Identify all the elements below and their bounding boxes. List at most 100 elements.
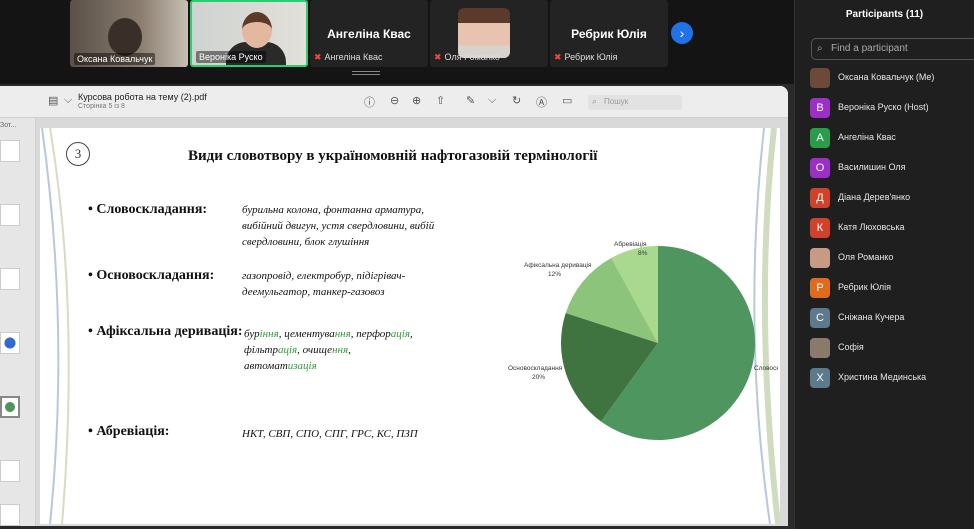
chevron-down-icon[interactable]: ⌵ [488, 94, 496, 107]
text-line: фільтрація, очищення, [244, 344, 351, 356]
zoom-in-icon[interactable]: ⊕ [412, 94, 421, 107]
bullet-text: газопровід, електробур, підігрівач- деем… [242, 268, 405, 300]
bullet-text: НКТ, СВП, СПО, СПГ, ГРС, КС, ПЗП [242, 426, 418, 442]
tile-sub-label: ✖ Ангеліна Квас [314, 52, 382, 63]
mic-muted-icon: ✖ [314, 52, 322, 62]
zoom-out-icon[interactable]: ⊖ [390, 94, 399, 107]
video-tile-olia[interactable]: ✖ Оля Романко [430, 0, 548, 67]
slice-label: Афіксальна деривація [524, 261, 592, 269]
tile-big-name: Ребрик Юлія [571, 27, 647, 41]
participant-row[interactable]: В Вероніка Руско (Host) [810, 98, 970, 118]
text-line: бурильна колона, фонтанна арматура, [242, 204, 424, 216]
slice-label: Словоскладання [754, 365, 778, 372]
info-icon[interactable]: ⓘ [364, 94, 375, 110]
slice-percent: 8% [638, 250, 648, 257]
markup-pen-icon[interactable]: ✎ [466, 94, 475, 107]
participant-row[interactable]: Софія [810, 338, 970, 358]
tile-sub-name: Ангеліна Квас [324, 52, 383, 62]
participants-panel: Participants (11) ⌕ Find a participant О… [794, 0, 974, 529]
avatar: О [810, 158, 830, 178]
pie-chart: Словоскладання60%Основоскладання20%Афікс… [508, 240, 778, 440]
tile-name-label: Вероніка Руско [196, 51, 266, 63]
avatar: В [810, 98, 830, 118]
page-thumbnail[interactable] [0, 268, 20, 290]
page-thumbnail[interactable] [0, 204, 20, 226]
participant-row[interactable]: К Катя Люховська [810, 218, 970, 238]
sidebar-toggle-icon[interactable]: ▤ [48, 94, 58, 107]
pdf-toolbar: ▤ ⌵ Курсова робота на тему (2).pdf Сторі… [0, 86, 788, 118]
avatar [810, 68, 830, 88]
text-line: деемульгатор, танкер-газовоз [242, 286, 385, 298]
participant-row[interactable]: С Сніжана Кучера [810, 308, 970, 328]
form-icon[interactable]: ▭ [562, 94, 572, 107]
chevron-down-icon[interactable]: ⌵ [64, 94, 72, 107]
tile-sub-label: ✖ Ребрик Юлія [554, 52, 618, 63]
tile-sub-name: Оля Романко [444, 52, 500, 62]
participant-row[interactable]: Оксана Ковальчук (Me) [810, 68, 970, 88]
search-icon: ⌕ [592, 96, 598, 106]
text-line: НКТ, СВП, СПО, СПГ, ГРС, КС, ПЗП [242, 428, 418, 440]
chevron-right-icon[interactable]: › [671, 22, 693, 44]
bullet-heading: • Основоскладання: [88, 268, 215, 283]
text-line: автоматизація [244, 360, 317, 372]
shared-screen: ▤ ⌵ Курсова робота на тему (2).pdf Сторі… [0, 84, 794, 529]
participant-name: Ангеліна Квас [838, 132, 896, 142]
page-thumbnail[interactable] [0, 460, 20, 482]
avatar [458, 8, 510, 58]
text-line: свердловини, блок глушіння [242, 236, 370, 248]
participant-name: Сніжана Кучера [838, 312, 905, 322]
text-line: вибійний двигун, устя свердловини, вибій [242, 220, 435, 232]
video-tile-rebryk[interactable]: Ребрик Юлія ✖ Ребрик Юлія [550, 0, 668, 67]
slice-label: Абревіація [614, 240, 647, 248]
mic-muted-icon: ✖ [434, 52, 442, 62]
page-thumbnail[interactable] [0, 140, 20, 162]
participant-name: Оксана Ковальчук (Me) [838, 72, 935, 82]
slide-title: Види словотвору в україномовній нафтогаз… [188, 148, 598, 164]
slide-page: 3 Види словотвору в україномовній нафтог… [40, 128, 780, 524]
document-title: Курсова робота на тему (2).pdf [78, 92, 207, 102]
participant-row[interactable]: Д Діана Дерев'янко [810, 188, 970, 208]
document-page-info: Сторінка 5 із 8 [78, 103, 125, 110]
search-placeholder: Пошук [604, 97, 629, 106]
video-tile-veronika[interactable]: Вероніка Руско [190, 0, 308, 67]
participant-name: Ребрик Юлія [838, 282, 891, 292]
participant-name: Катя Люховська [838, 222, 905, 232]
text-line: газопровід, електробур, підігрівач- [242, 270, 406, 282]
participant-name: Діана Дерев'янко [838, 192, 911, 202]
bullet-heading: • Абревіація: [88, 424, 170, 439]
share-icon[interactable]: ⇧ [436, 94, 445, 107]
avatar: Х [810, 368, 830, 388]
search-input[interactable]: ⌕ Find a participant [811, 38, 974, 60]
participant-row[interactable]: А Ангеліна Квас [810, 128, 970, 148]
participant-row[interactable]: О Василишин Оля [810, 158, 970, 178]
participant-row[interactable]: Оля Романко [810, 248, 970, 268]
page-thumbnail[interactable] [0, 332, 20, 354]
participant-row[interactable]: Р Ребрик Юлія [810, 278, 970, 298]
zoom-window: Оксана Ковальчук Вероніка Руско Ангеліна… [0, 0, 974, 529]
avatar: К [810, 218, 830, 238]
annotate-icon[interactable]: Ⓐ [536, 94, 547, 110]
page-thumbnail-current[interactable] [0, 396, 20, 418]
participant-face [242, 12, 272, 48]
video-tile-oksana[interactable]: Оксана Ковальчук [70, 0, 188, 67]
bullet-text: буріння, цементування, перфорація, фільт… [244, 326, 413, 374]
tile-sub-name: Ребрик Юлія [564, 52, 618, 62]
drag-handle[interactable] [352, 71, 380, 75]
avatar [810, 338, 830, 358]
mic-muted-icon: ✖ [554, 52, 562, 62]
slice-percent: 12% [548, 271, 561, 278]
slide-number: 3 [66, 142, 90, 166]
participant-row[interactable]: Х Христина Мединська [810, 368, 970, 388]
avatar [810, 248, 830, 268]
video-tile-angelina[interactable]: Ангеліна Квас ✖ Ангеліна Квас [310, 0, 428, 67]
rotate-icon[interactable]: ↻ [512, 94, 521, 107]
participant-face [108, 18, 142, 56]
participant-name: Софія [838, 342, 864, 352]
slice-label: Основоскладання [508, 365, 563, 372]
search-input[interactable]: ⌕ Пошук [588, 95, 682, 110]
page-thumbnail[interactable] [0, 504, 20, 526]
avatar: Д [810, 188, 830, 208]
tile-sub-label: ✖ Оля Романко [434, 52, 500, 63]
tile-name-label: Оксана Ковальчук [74, 53, 156, 65]
thumbnail-sidebar: Зот... [0, 118, 36, 526]
